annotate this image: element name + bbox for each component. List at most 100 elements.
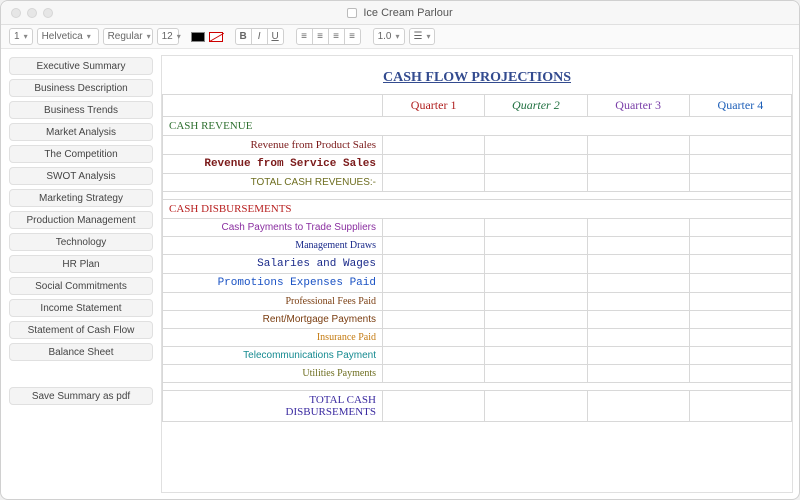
section-sidebar: Executive Summary Business Description B… [1,49,161,499]
save-pdf-button[interactable]: Save Summary as pdf [9,387,153,405]
table-row: Management Draws [163,237,792,255]
cell[interactable] [485,136,587,155]
cell[interactable] [689,174,791,192]
cell[interactable] [383,237,485,255]
cell[interactable] [587,219,689,237]
cell[interactable] [587,365,689,383]
cell[interactable] [383,136,485,155]
cell[interactable] [485,293,587,311]
cell[interactable] [485,237,587,255]
sidebar-item-swot[interactable]: SWOT Analysis [9,167,153,185]
sidebar-item-cash-flow[interactable]: Statement of Cash Flow [9,321,153,339]
cell[interactable] [485,329,587,347]
font-style-select[interactable]: Regular▾ [103,28,153,45]
paragraph-style-select[interactable]: 1▾ [9,28,33,45]
sidebar-item-income-stmt[interactable]: Income Statement [9,299,153,317]
bold-button[interactable]: B [235,28,252,45]
titlebar: Ice Cream Parlour [1,1,799,25]
highlight-none-swatch[interactable] [209,32,223,42]
table-row: Insurance Paid [163,329,792,347]
document-proxy-icon [347,8,357,18]
cell[interactable] [689,391,791,422]
align-left-button[interactable]: ≡ [296,28,313,45]
align-justify-button[interactable]: ≡ [344,28,361,45]
row-label: Professional Fees Paid [163,293,383,311]
cell[interactable] [485,311,587,329]
window-title: Ice Cream Parlour [363,7,452,19]
cell[interactable] [587,329,689,347]
cell[interactable] [383,155,485,174]
table-row: TOTAL CASH DISBURSEMENTS [163,391,792,422]
sidebar-item-biz-description[interactable]: Business Description [9,79,153,97]
cell[interactable] [485,219,587,237]
cell[interactable] [485,274,587,293]
underline-button[interactable]: U [267,28,284,45]
cell[interactable] [587,255,689,274]
align-center-button[interactable]: ≡ [312,28,329,45]
sidebar-item-technology[interactable]: Technology [9,233,153,251]
sidebar-item-market-analysis[interactable]: Market Analysis [9,123,153,141]
cell[interactable] [383,329,485,347]
cell[interactable] [587,174,689,192]
sidebar-item-hr-plan[interactable]: HR Plan [9,255,153,273]
page-title: CASH FLOW PROJECTIONS [162,56,792,94]
cell[interactable] [485,174,587,192]
cell[interactable] [689,329,791,347]
cell[interactable] [587,237,689,255]
cell[interactable] [689,219,791,237]
list-style-select[interactable]: ☰▾ [409,28,436,45]
cell[interactable] [587,347,689,365]
cell[interactable] [689,347,791,365]
cell[interactable] [383,347,485,365]
font-size-stepper[interactable]: 12▾ [157,28,179,45]
cell[interactable] [485,155,587,174]
cell[interactable] [689,311,791,329]
chevron-down-icon: ▾ [395,32,399,41]
cell[interactable] [383,274,485,293]
cell[interactable] [383,391,485,422]
cell[interactable] [587,274,689,293]
cell[interactable] [689,365,791,383]
cell[interactable] [689,155,791,174]
sidebar-item-exec-summary[interactable]: Executive Summary [9,57,153,75]
row-label: Revenue from Service Sales [163,155,383,174]
cell[interactable] [587,155,689,174]
sidebar-item-production[interactable]: Production Management [9,211,153,229]
line-spacing-select[interactable]: 1.0▾ [373,28,405,45]
cell[interactable] [485,391,587,422]
cell[interactable] [383,311,485,329]
sidebar-item-social[interactable]: Social Commitments [9,277,153,295]
sidebar-item-biz-trends[interactable]: Business Trends [9,101,153,119]
cell[interactable] [689,255,791,274]
cell[interactable] [383,219,485,237]
col-q4: Quarter 4 [689,95,791,117]
cell[interactable] [485,255,587,274]
cell[interactable] [383,365,485,383]
cell[interactable] [587,136,689,155]
cell[interactable] [587,311,689,329]
header-row: Quarter 1 Quarter 2 Quarter 3 Quarter 4 [163,95,792,117]
cell[interactable] [383,293,485,311]
font-family-select[interactable]: Helvetica▾ [37,28,99,45]
cell[interactable] [689,136,791,155]
table-row: Telecommunications Payment [163,347,792,365]
cell[interactable] [689,237,791,255]
document-scroll[interactable]: CASH FLOW PROJECTIONS Quarter 1 Quarter … [161,55,793,493]
cell[interactable] [383,255,485,274]
sidebar-item-marketing[interactable]: Marketing Strategy [9,189,153,207]
cell[interactable] [689,293,791,311]
cell[interactable] [689,274,791,293]
cell[interactable] [383,174,485,192]
chevron-down-icon: ▾ [87,32,91,41]
row-label: Management Draws [163,237,383,255]
cell[interactable] [485,347,587,365]
sidebar-item-competition[interactable]: The Competition [9,145,153,163]
row-label: Insurance Paid [163,329,383,347]
sidebar-item-balance-sheet[interactable]: Balance Sheet [9,343,153,361]
cell[interactable] [587,293,689,311]
cell[interactable] [485,365,587,383]
italic-button[interactable]: I [251,28,268,45]
cell[interactable] [587,391,689,422]
align-right-button[interactable]: ≡ [328,28,345,45]
text-color-swatch[interactable] [191,32,205,42]
